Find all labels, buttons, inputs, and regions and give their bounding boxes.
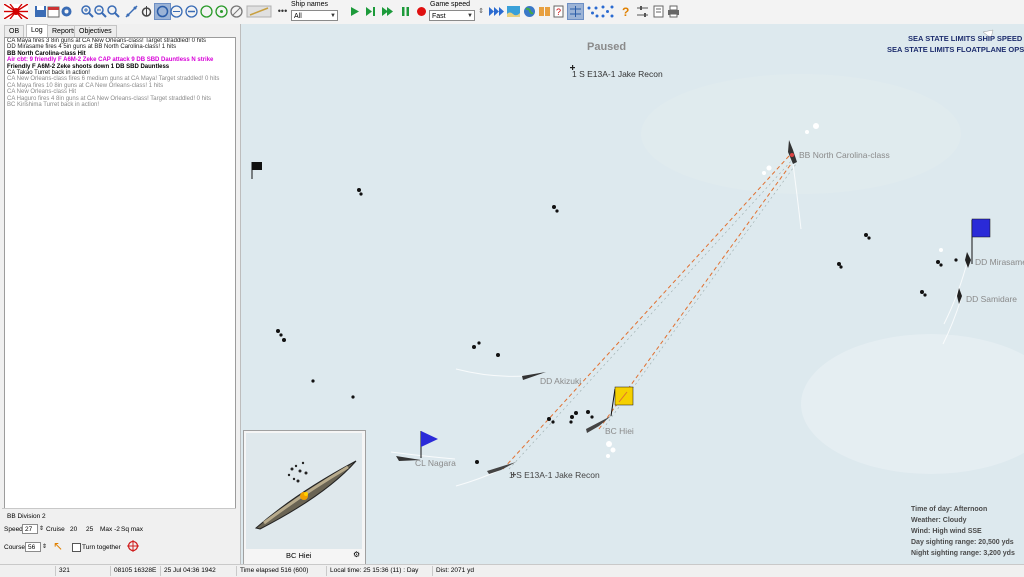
speed-label: Speed <box>4 526 23 533</box>
japan-flag-icon[interactable] <box>4 4 28 19</box>
ship-names-value: All <box>294 13 302 20</box>
left-panel: OB Log Reports Objectives CA Maya fires … <box>0 24 241 564</box>
grid-overlay-icon[interactable] <box>567 3 584 20</box>
line-tool-icon[interactable] <box>246 4 272 19</box>
dd-samidare-label[interactable]: DD Samidare <box>966 294 1017 304</box>
course-input[interactable]: 56 <box>25 542 41 552</box>
zoom-fit-icon[interactable] <box>106 4 121 19</box>
ship-detail-gear-icon[interactable]: ⚙ <box>353 550 360 559</box>
course-spinner-icon[interactable]: ⇕ <box>42 543 47 550</box>
record-icon[interactable] <box>414 4 429 19</box>
bb-north-carolina-label[interactable]: BB North Carolina-class <box>799 150 890 160</box>
crosshair-icon[interactable] <box>127 540 139 554</box>
svg-text:?: ? <box>556 7 561 17</box>
turn-together-label: Turn together <box>82 544 121 551</box>
ship-names-label: Ship names <box>291 1 328 8</box>
course-label: Course <box>4 544 25 551</box>
game-speed-value: Fast <box>432 13 446 20</box>
print-icon[interactable] <box>666 4 681 19</box>
settings-gear-icon[interactable] <box>59 4 74 19</box>
course-arrow-icon[interactable]: ↖ <box>53 539 63 553</box>
turn-together-checkbox[interactable] <box>72 543 81 552</box>
status-distance: Dist: 2071 yd <box>432 566 474 576</box>
ship-detail-name: BC Hiei <box>286 551 312 560</box>
speed-input[interactable]: 27 <box>22 524 38 534</box>
cruise-label: Cruise <box>46 526 65 533</box>
sea-state-speed: SEA STATE LIMITS SHIP SPEED <box>908 34 1023 43</box>
status-date: 25 Jul 04:36 1942 <box>160 566 216 576</box>
status-bar: 321 08105 16328E 25 Jul 04:36 1942 Time … <box>0 564 1024 577</box>
division-controls: BB Division 2 Speed 27 ⇕ Cruise 20 25 Ma… <box>2 508 236 563</box>
stop-circle-icon[interactable] <box>184 4 199 19</box>
bc-hiei-label[interactable]: BC Hiei <box>605 426 634 436</box>
help-icon[interactable]: ? <box>619 4 634 19</box>
day-sighting-range: Day sighting range: 20,500 yds <box>911 539 1014 546</box>
settings-sliders-icon[interactable] <box>635 4 650 19</box>
sea-map-icon[interactable] <box>506 4 521 19</box>
cruise-value: 20 <box>70 526 78 533</box>
globe-icon[interactable] <box>522 4 537 19</box>
speed-spinner-icon[interactable]: ⇕ <box>39 525 44 532</box>
help-book-icon[interactable]: ? <box>551 4 566 19</box>
division-name: BB Division 2 <box>7 513 46 520</box>
ship-detail-view <box>246 433 362 549</box>
recon-plane-label-2[interactable]: 1 S E13A-1 Jake Recon <box>509 470 600 480</box>
status-id: 321 <box>55 566 70 576</box>
green-circle-icon[interactable] <box>199 4 214 19</box>
recon-plane-label[interactable]: 1 S E13A-1 Jake Recon <box>572 69 663 79</box>
dd-akizuki-label[interactable]: DD Akizuki <box>540 376 581 386</box>
max-label: Max -2 <box>100 526 120 533</box>
log-entry: Air cbt: 9 friendly F A6M-2 Zeke CAP att… <box>7 57 214 64</box>
formation-icon[interactable] <box>124 4 139 19</box>
weather: Weather: Cloudy <box>911 517 967 524</box>
compass-icon[interactable] <box>229 4 244 19</box>
game-speed-select[interactable]: Fast ▼ <box>429 10 475 21</box>
chevron-down-icon: ▼ <box>467 13 473 19</box>
log-entry: BC Kirishima Turret back in action! <box>7 102 100 109</box>
anchor-icon[interactable] <box>139 4 154 19</box>
combat-log[interactable]: CA Maya fires 3 8in guns at CA New Orlea… <box>4 37 236 509</box>
step-forward-icon[interactable] <box>363 4 378 19</box>
time-of-day: Time of day: Afternoon <box>911 506 988 513</box>
scatter-formation-icon[interactable] <box>585 4 600 19</box>
cl-nagara-label[interactable]: CL Nagara <box>415 458 456 468</box>
log-entry: CA New Orleans-class fires 6 medium guns… <box>7 76 220 83</box>
sq-max-label: Sq max <box>121 526 144 533</box>
wind: Wind: High wind SSE <box>911 528 982 535</box>
turn-left-icon[interactable] <box>169 4 184 19</box>
status-elapsed: Time elapsed 516 (600) <box>236 566 308 576</box>
ship-detail-panel[interactable]: BC Hiei ⚙ <box>243 430 366 564</box>
speed-spinner-icon[interactable]: ⇕ <box>477 4 485 19</box>
battle-map[interactable]: Paused SEA STATE LIMITS SHIP SPEED SEA S… <box>241 24 1024 564</box>
green-target-icon[interactable] <box>214 4 229 19</box>
play-icon[interactable] <box>347 4 362 19</box>
pause-icon[interactable] <box>398 4 413 19</box>
document-icon[interactable] <box>651 4 666 19</box>
status-coords: 08105 16328E <box>110 566 156 576</box>
blue-pennant-nagara <box>420 431 438 458</box>
tab-log[interactable]: Log <box>26 24 48 38</box>
svg-text:?: ? <box>622 5 629 19</box>
status-local-time: Local time: 25 15:36 (11) : Day <box>326 566 418 576</box>
yellow-target-flag <box>610 386 634 417</box>
ship-list-icon[interactable] <box>537 4 552 19</box>
game-speed-label: Game speed <box>430 1 471 8</box>
night-sighting-range: Night sighting range: 3,200 yds <box>911 550 1015 557</box>
max-value: 25 <box>86 526 94 533</box>
disperse-icon[interactable] <box>600 4 615 19</box>
dd-mirasame-label[interactable]: DD Mirasame <box>975 257 1024 267</box>
more-icon[interactable]: ••• <box>275 4 290 19</box>
toolbar: ••• Ship names All ▼ Game speed Fast ▼ ⇕ ?… <box>0 0 1024 25</box>
fast-forward-icon[interactable] <box>380 4 395 19</box>
triple-forward-icon[interactable] <box>488 4 505 19</box>
ship-names-select[interactable]: All ▼ <box>291 10 338 21</box>
paused-label: Paused <box>587 41 627 53</box>
sea-state-floatplane: SEA STATE LIMITS FLOATPLANE OPS <box>887 45 1024 54</box>
chevron-down-icon: ▼ <box>330 13 336 19</box>
black-flag <box>251 162 262 179</box>
